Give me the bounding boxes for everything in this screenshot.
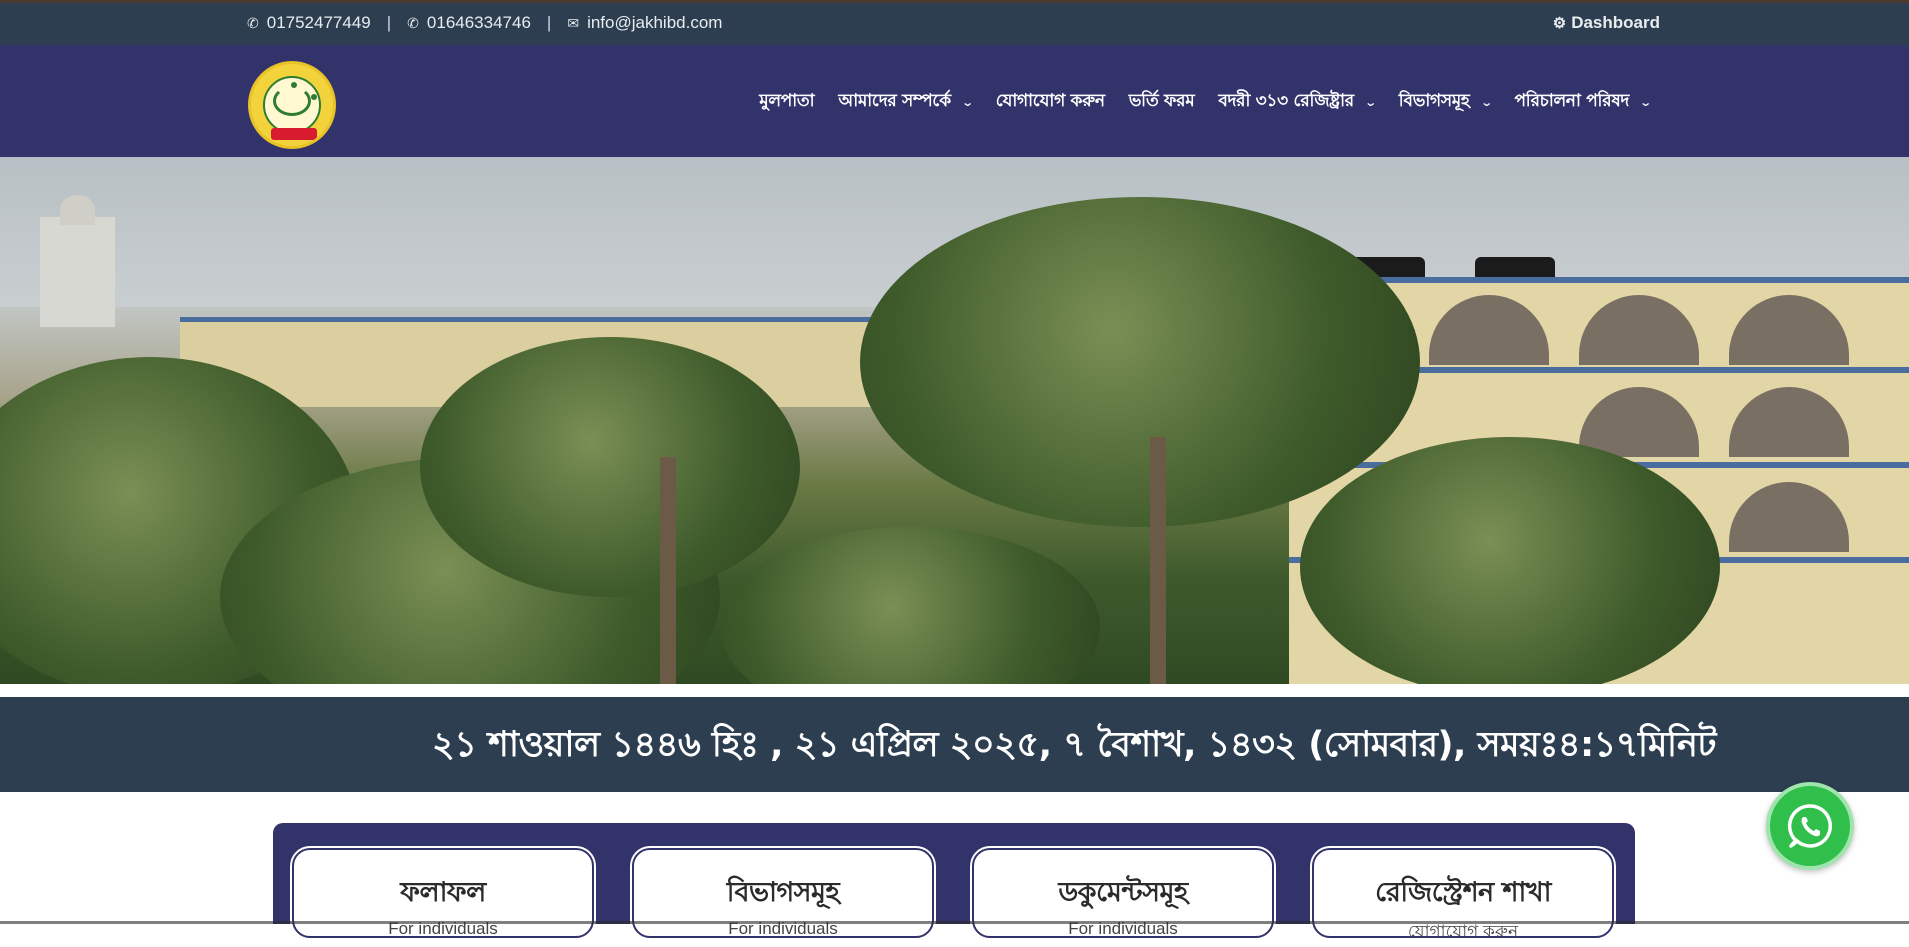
phone-1-text: 01752477449 — [266, 13, 371, 32]
date-time-bar: ২১ শাওয়াল ১৪৪৬ হিঃ , ২১ এপ্রিল ২০২৫, ৭ … — [0, 697, 1909, 792]
nav-menu: মুলপাতা আমাদের সম্পর্কে ⌄ যোগাযোগ করুন ভ… — [759, 88, 1652, 116]
separator: | — [386, 13, 392, 32]
building-arch — [1729, 482, 1849, 552]
phone-contact-2[interactable]: ✆ 01646334746 — [407, 13, 531, 33]
phone-contact-1[interactable]: ✆ 01752477449 — [247, 13, 371, 33]
nav-item-badri-register[interactable]: বদরী ৩১৩ রেজিষ্ট্রার ⌄ — [1218, 88, 1377, 116]
palm-trunk — [1150, 437, 1166, 684]
dashboard-link[interactable]: ⚙ Dashboard — [1553, 13, 1660, 33]
site-logo[interactable] — [248, 61, 336, 149]
building-arch — [1579, 387, 1699, 457]
card-results[interactable]: ফলাফল For individuals — [292, 848, 594, 938]
card-title: ডকুমেন্টসমূহ — [1058, 877, 1188, 908]
nav-item-admission-form[interactable]: ভর্তি ফরম — [1129, 88, 1195, 116]
quick-links-panel: ফলাফল For individuals বিভাগসমূহ For indi… — [273, 823, 1635, 941]
chevron-down-icon: ⌄ — [1479, 95, 1493, 109]
nav-item-contact[interactable]: যোগাযোগ করুন — [996, 88, 1105, 116]
chevron-down-icon: ⌄ — [1639, 95, 1652, 109]
palm-trunk — [660, 457, 676, 684]
card-title: বিভাগসমূহ — [726, 877, 840, 908]
nav-item-label: আমাদের সম্পর্কে — [838, 91, 951, 111]
building-arch — [1729, 387, 1849, 457]
building-arch — [1729, 295, 1849, 365]
chevron-down-icon: ⌄ — [961, 95, 974, 109]
card-title: ফলাফল — [400, 877, 486, 908]
card-registration[interactable]: রেজিস্ট্রেশন শাখা যোগাযোগ করুন — [1312, 848, 1614, 941]
nav-item-home[interactable]: মুলপাতা — [759, 88, 814, 116]
envelope-icon: ✉ — [567, 14, 580, 31]
whatsapp-icon — [1787, 804, 1833, 848]
phone-icon: ✆ — [407, 14, 419, 31]
date-time-text: ২১ শাওয়াল ১৪৪৬ হিঃ , ২১ এপ্রিল ২০২৫, ৭ … — [432, 725, 1716, 765]
top-contact-bar: ✆ 01752477449 | ✆ 01646334746 | ✉ info@j… — [0, 0, 1909, 45]
card-title: রেজিস্ট্রেশন শাখা — [1375, 877, 1551, 908]
palm-tree — [860, 197, 1420, 527]
hero-banner-image — [0, 157, 1909, 684]
card-departments[interactable]: বিভাগসমূহ For individuals — [632, 848, 934, 938]
separator: | — [546, 13, 552, 32]
phone-2-text: 01646334746 — [426, 13, 531, 32]
logo-dot — [291, 82, 297, 88]
gear-icon: ⚙ — [1552, 15, 1567, 32]
building-arch — [1579, 295, 1699, 365]
palm-tree — [1300, 437, 1720, 684]
whatsapp-button[interactable] — [1766, 782, 1854, 870]
logo-dot — [311, 94, 317, 100]
main-navbar: মুলপাতা আমাদের সম্পর্কে ⌄ যোগাযোগ করুন ভ… — [0, 45, 1909, 157]
nav-item-label: বদরী ৩১৩ রেজিষ্ট্রার — [1218, 91, 1354, 111]
nav-item-label: যোগাযোগ করুন — [995, 91, 1105, 111]
nav-item-governing-body[interactable]: পরিচালনা পরিষদ ⌄ — [1514, 88, 1652, 116]
contact-info: ✆ 01752477449 | ✆ 01646334746 | ✉ info@j… — [247, 13, 722, 33]
tree — [720, 527, 1100, 684]
minaret-dome — [60, 195, 95, 225]
nav-item-departments[interactable]: বিভাগসমূহ ⌄ — [1398, 88, 1493, 116]
hero-minaret — [40, 195, 115, 327]
building-arch — [1429, 295, 1549, 365]
email-contact[interactable]: ✉ info@jakhibd.com — [567, 13, 722, 33]
phone-icon: ✆ — [247, 14, 259, 31]
email-text: info@jakhibd.com — [587, 13, 723, 32]
dashboard-label: Dashboard — [1571, 13, 1660, 32]
nav-item-about[interactable]: আমাদের সম্পর্কে ⌄ — [838, 88, 974, 116]
logo-ribbon — [271, 128, 317, 140]
nav-item-label: পরিচালনা পরিষদ — [1514, 91, 1630, 111]
logo-calligraphy — [273, 86, 311, 116]
card-documents[interactable]: ডকুমেন্টসমূহ For individuals — [972, 848, 1274, 938]
nav-item-label: ভর্তি ফরম — [1128, 91, 1195, 111]
chevron-down-icon: ⌄ — [1363, 95, 1377, 109]
nav-item-label: মুলপাতা — [759, 91, 815, 111]
tree — [420, 337, 800, 597]
nav-item-label: বিভাগসমূহ — [1398, 91, 1470, 111]
